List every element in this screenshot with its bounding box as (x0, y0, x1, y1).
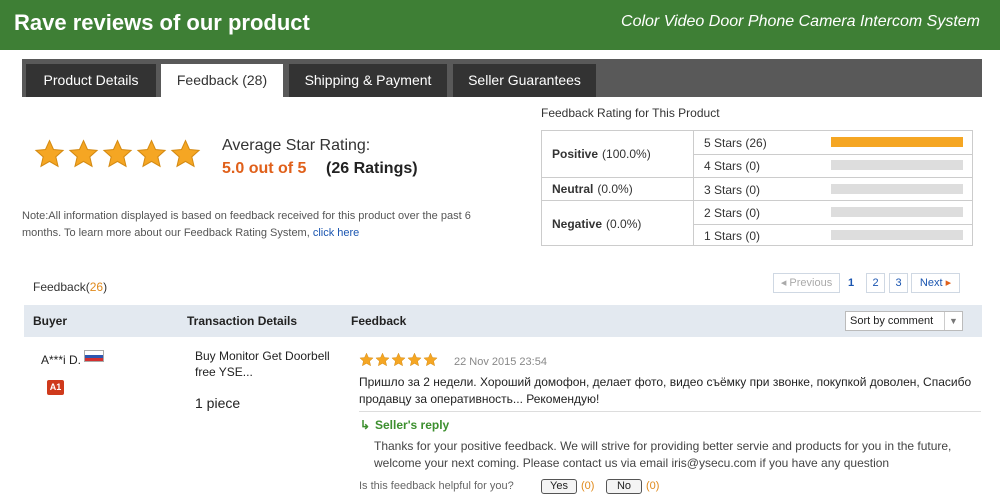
star-icon (102, 139, 133, 168)
rating-row-5: 5 Stars (26) (694, 131, 973, 154)
neutral-pct: (0.0%) (597, 182, 633, 196)
rating-breakdown-table: Positive (100.0%) Neutral (0.0%) Negativ… (541, 130, 973, 246)
reply-divider (359, 411, 981, 412)
rating-panel-title: Feedback Rating for This Product (541, 106, 720, 120)
chevron-down-icon: ▼ (944, 312, 962, 330)
star-icon (170, 139, 201, 168)
negative-label: Negative (552, 216, 603, 231)
page-current: 1 (848, 277, 855, 289)
feedback-count-label: Feedback( (33, 280, 90, 294)
feedback-count-number: 26 (89, 280, 104, 294)
feedback-count: Feedback(26) (33, 280, 107, 294)
rating-bar-fill (831, 137, 963, 147)
tab-feedback[interactable]: Feedback (28) (161, 64, 283, 97)
star-icon (34, 139, 65, 168)
country-flag-icon (84, 350, 104, 362)
buyer-name: A***i D. (41, 353, 82, 367)
seller-reply-text: Thanks for your positive feedback. We wi… (374, 439, 952, 470)
star-icon (68, 139, 99, 168)
star-icon (391, 352, 406, 367)
feedback-system-link[interactable]: click here (313, 227, 359, 239)
tab-shipping-payment[interactable]: Shipping & Payment (289, 64, 447, 97)
helpful-no-button[interactable]: No (606, 479, 642, 494)
helpful-yes-count: (0) (581, 480, 595, 492)
rating-bar (831, 137, 963, 147)
positive-pct: (100.0%) (602, 147, 651, 161)
transaction-quantity: 1 piece (195, 395, 241, 411)
review-star-rating (359, 352, 438, 367)
rating-row-label: 5 Stars (26) (704, 136, 767, 150)
tab-bar: Product Details Feedback (28) Shipping &… (22, 59, 982, 97)
helpful-yes-button[interactable]: Yes (541, 479, 577, 494)
rating-bar (831, 207, 963, 217)
star-icon (136, 139, 167, 168)
column-transaction: Transaction Details (187, 314, 298, 328)
rating-row-label: 3 Stars (0) (704, 183, 761, 197)
rating-row-label: 4 Stars (0) (704, 159, 761, 173)
tab-seller-guarantees[interactable]: Seller Guarantees (453, 64, 596, 97)
page-2-button[interactable]: 2 (866, 273, 885, 293)
seller-reply-title: Seller's reply (375, 418, 450, 432)
star-icon (375, 352, 390, 367)
next-page-button[interactable]: Next ▸ (911, 273, 960, 293)
buyer-level-badge: A1 (47, 380, 64, 395)
review-text: Пришло за 2 недели. Хороший домофон, дел… (359, 375, 972, 406)
rating-note: Note:All information displayed is based … (22, 208, 482, 242)
rating-count: (26 Ratings) (326, 160, 418, 177)
positive-label: Positive (552, 147, 599, 161)
feedback-count-close: ) (103, 280, 108, 294)
reply-arrow-icon: ↳ (360, 418, 371, 432)
transaction-product: Buy Monitor Get Doorbell free YSE... (195, 349, 330, 379)
star-icon (423, 352, 438, 367)
rating-note-text: Note:All information displayed is based … (22, 210, 471, 239)
column-buyer: Buyer (33, 314, 68, 328)
tab-product-details[interactable]: Product Details (26, 64, 156, 97)
average-rating-value: 5.0 out of 5 (222, 160, 307, 177)
helpful-question: Is this feedback helpful for you? (359, 480, 514, 492)
banner-subtitle: Color Video Door Phone Camera Intercom S… (621, 13, 980, 30)
helpful-no-count: (0) (646, 480, 660, 492)
rating-row-label: 2 Stars (0) (704, 206, 761, 220)
negative-pct: (0.0%) (606, 216, 642, 231)
sort-value: Sort by comment (850, 315, 934, 327)
feedback-table-header: Buyer Transaction Details Feedback (24, 305, 982, 337)
star-icon (407, 352, 422, 367)
header-banner: Rave reviews of our product Color Video … (0, 0, 1000, 50)
neutral-group: Neutral (0.0%) (542, 178, 694, 200)
previous-page-label: Previous (789, 277, 833, 289)
next-page-label: Next (919, 277, 943, 289)
page-3-button[interactable]: 3 (889, 273, 908, 293)
neutral-label: Neutral (552, 182, 594, 196)
star-icon (359, 352, 374, 367)
rating-bar (831, 160, 963, 170)
review-date: 22 Nov 2015 23:54 (454, 356, 547, 368)
rating-row-4: 4 Stars (0) (694, 154, 973, 177)
positive-group: Positive (100.0%) (542, 131, 694, 177)
previous-page-button[interactable]: ◂ Previous (773, 273, 840, 293)
average-rating-label: Average Star Rating: (222, 137, 371, 154)
sort-dropdown[interactable]: Sort by comment ▼ (845, 311, 963, 331)
column-feedback: Feedback (351, 314, 407, 328)
rating-row-2: 2 Stars (0) (694, 201, 973, 224)
rating-row-label: 1 Stars (0) (704, 229, 761, 243)
rating-bar (831, 184, 963, 194)
rating-row-1: 1 Stars (0) (694, 224, 973, 247)
rating-row-3: 3 Stars (0) (694, 178, 973, 201)
negative-group: Negative (0.0%) (542, 201, 694, 246)
banner-title: Rave reviews of our product (14, 10, 310, 35)
next-arrow-icon: ▸ (942, 277, 952, 289)
rating-bar (831, 230, 963, 240)
average-star-rating (34, 138, 201, 169)
